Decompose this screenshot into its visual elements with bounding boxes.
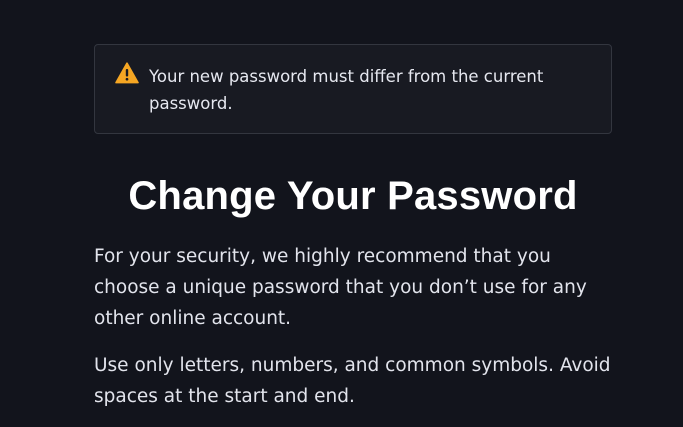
password-rules-text: Use only letters, numbers, and common sy… <box>94 355 611 407</box>
page-title: Change Your Password <box>128 174 578 218</box>
alert-message: Your new password must differ from the c… <box>149 67 544 113</box>
warning-triangle-icon <box>115 62 139 84</box>
warning-alert: Your new password must differ from the c… <box>94 44 612 134</box>
warning-triangle-svg <box>115 62 139 84</box>
change-password-page: Your new password must differ from the c… <box>0 0 683 427</box>
security-recommendation-text: For your security, we highly recommend t… <box>94 246 587 329</box>
